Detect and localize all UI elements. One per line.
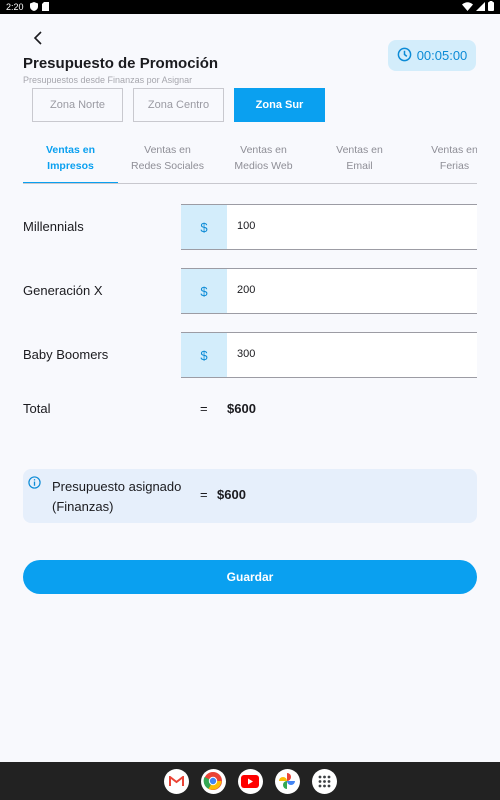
assigned-budget-card: Presupuesto asignado (Finanzas) = $600 bbox=[23, 469, 477, 523]
tab-label-line1: Ventas en bbox=[45, 144, 96, 156]
sd-card-icon bbox=[41, 1, 49, 13]
amount-input-millennials[interactable] bbox=[227, 205, 477, 235]
amount-field-millennials: $ bbox=[181, 204, 477, 250]
tab-label-line2: Ferias bbox=[439, 160, 470, 172]
row-label-millennials: Millennials bbox=[23, 219, 84, 234]
tab-label-line2: Medios Web bbox=[234, 160, 293, 172]
battery-icon bbox=[488, 1, 494, 13]
total-value: $600 bbox=[227, 401, 256, 416]
amount-field-baby-boomers: $ bbox=[181, 332, 477, 378]
shield-icon bbox=[29, 1, 38, 13]
assigned-budget-equals: = bbox=[200, 487, 208, 502]
row-label-generacion-x: Generación X bbox=[23, 283, 103, 298]
currency-prefix: $ bbox=[181, 269, 227, 313]
chevron-left-icon bbox=[33, 30, 43, 50]
tab-label-line1: Ventas en bbox=[431, 144, 477, 156]
status-time: 2:20 bbox=[6, 2, 24, 12]
assigned-budget-label: Presupuesto asignado (Finanzas) bbox=[52, 479, 182, 514]
zone-button-centro[interactable]: Zona Centro bbox=[133, 88, 224, 122]
wifi-icon bbox=[462, 1, 473, 13]
zone-button-sur[interactable]: Zona Sur bbox=[234, 88, 325, 122]
zone-selector: Zona Norte Zona Centro Zona Sur bbox=[32, 88, 325, 122]
app-dock bbox=[0, 762, 500, 800]
tab-ferias[interactable]: Ventas en Ferias bbox=[407, 137, 477, 183]
tab-medios-web[interactable]: Ventas en Medios Web bbox=[216, 137, 311, 183]
row-label-baby-boomers: Baby Boomers bbox=[23, 347, 109, 362]
amount-input-generacion-x[interactable] bbox=[227, 269, 477, 299]
amount-input-baby-boomers[interactable] bbox=[227, 333, 477, 363]
countdown-timer: 00:05:00 bbox=[388, 40, 476, 71]
tab-label-line2: Impresos bbox=[47, 160, 94, 172]
amount-field-generacion-x: $ bbox=[181, 268, 477, 314]
tab-redes-sociales[interactable]: Ventas en Redes Sociales bbox=[120, 137, 215, 183]
tab-email[interactable]: Ventas en Email bbox=[312, 137, 407, 183]
app-drawer-icon[interactable] bbox=[311, 768, 337, 794]
photos-icon[interactable] bbox=[274, 768, 300, 794]
currency-prefix: $ bbox=[181, 333, 227, 377]
youtube-icon[interactable] bbox=[237, 768, 263, 794]
page-subtitle: Presupuestos desde Finanzas por Asignar bbox=[23, 75, 193, 85]
tab-impresos[interactable]: Ventas en Impresos bbox=[23, 137, 118, 183]
tab-label-line1: Ventas en bbox=[336, 144, 383, 156]
back-button[interactable] bbox=[28, 30, 48, 50]
tab-label-line1: Ventas en bbox=[144, 144, 191, 156]
zone-button-norte[interactable]: Zona Norte bbox=[32, 88, 123, 122]
currency-prefix: $ bbox=[181, 205, 227, 249]
assigned-budget-value: $600 bbox=[217, 487, 246, 502]
timer-value: 00:05:00 bbox=[416, 48, 468, 63]
save-button[interactable]: Guardar bbox=[23, 560, 477, 594]
channel-tabs: Ventas en Impresos Ventas en Redes Socia… bbox=[23, 137, 477, 184]
signal-icon bbox=[476, 1, 485, 13]
total-label: Total bbox=[23, 401, 51, 416]
tab-label-line2: Email bbox=[346, 160, 373, 172]
tab-label-line1: Ventas en bbox=[240, 144, 287, 156]
clock-icon bbox=[397, 47, 412, 65]
page-title: Presupuesto de Promoción bbox=[23, 55, 219, 72]
tab-label-line2: Redes Sociales bbox=[131, 160, 204, 172]
gmail-icon[interactable] bbox=[163, 768, 189, 794]
total-equals: = bbox=[200, 401, 208, 416]
status-bar: 2:20 bbox=[0, 0, 500, 14]
chrome-icon[interactable] bbox=[200, 768, 226, 794]
info-icon bbox=[28, 476, 41, 494]
